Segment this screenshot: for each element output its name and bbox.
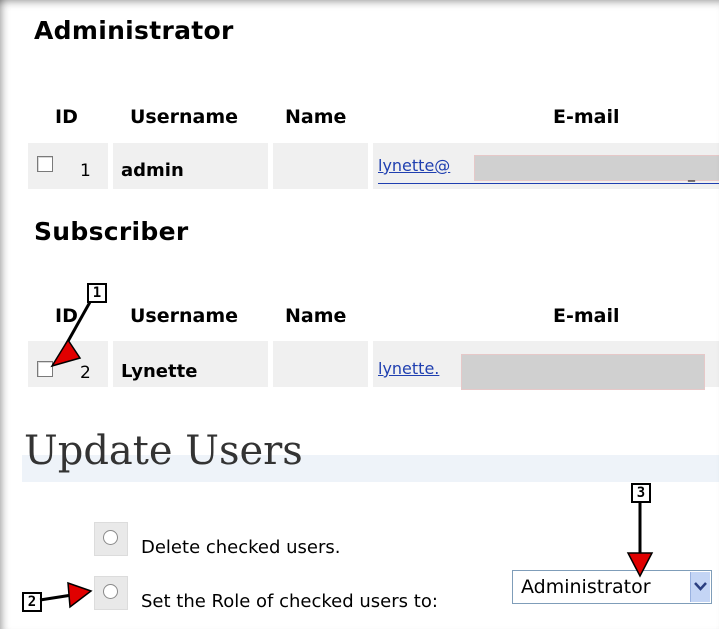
annotation-arrows: [39, 301, 654, 609]
arrow-3-head: [626, 552, 654, 578]
arrow-1-head: [50, 338, 82, 368]
arrow-2-head: [67, 581, 93, 609]
arrow-2-line: [39, 593, 73, 602]
